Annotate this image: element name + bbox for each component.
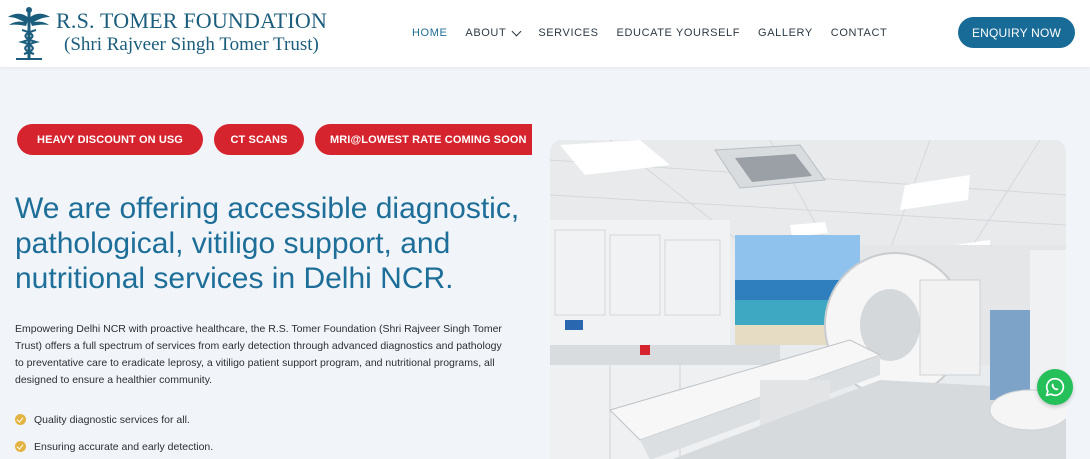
nav-educate-label: EDUCATE YOURSELF xyxy=(616,27,741,39)
nav-home-label: HOME xyxy=(412,27,448,39)
enquiry-now-button[interactable]: ENQUIRY NOW xyxy=(958,17,1075,48)
pill-ct-scans[interactable]: CT SCANS xyxy=(214,124,304,155)
nav-services[interactable]: SERVICES xyxy=(538,27,598,39)
nav-gallery[interactable]: GALLERY xyxy=(758,27,813,39)
nav-contact[interactable]: CONTACT xyxy=(831,27,888,39)
service-pills: HEAVY DISCOUNT ON USG CT SCANS MRI@LOWES… xyxy=(17,124,532,155)
nav-gallery-label: GALLERY xyxy=(758,27,813,39)
feature-text: Quality diagnostic services for all. xyxy=(34,413,190,426)
pill-usg-discount[interactable]: HEAVY DISCOUNT ON USG xyxy=(17,124,203,155)
pill-mri-coming-soon[interactable]: MRI@LOWEST RATE COMING SOON xyxy=(315,124,532,155)
nav-home[interactable]: HOME xyxy=(412,27,447,39)
feature-list: Quality diagnostic services for all. Ens… xyxy=(15,406,213,459)
hero-description: Empowering Delhi NCR with proactive heal… xyxy=(15,323,502,386)
nav-educate-yourself[interactable]: EDUCATE YOURSELF xyxy=(617,27,741,39)
nav-about-label: ABOUT xyxy=(465,27,507,39)
main-nav: HOME ABOUT SERVICES EDUCATE YOURSELF GAL… xyxy=(412,26,905,40)
feature-text: Ensuring accurate and early detection. xyxy=(34,440,214,453)
chevron-down-icon xyxy=(511,26,522,36)
site-header: R.S. TOMER FOUNDATION (Shri Rajveer Sing… xyxy=(0,0,1090,67)
check-circle-icon xyxy=(15,414,26,425)
caduceus-icon[interactable] xyxy=(6,4,52,62)
feature-item: Quality diagnostic services for all. xyxy=(15,406,213,433)
hero-headline: We are offering accessible diagnostic, p… xyxy=(15,192,520,295)
nav-about[interactable]: ABOUT xyxy=(465,26,522,39)
nav-contact-label: CONTACT xyxy=(830,27,888,39)
whatsapp-icon xyxy=(1045,377,1065,397)
whatsapp-button[interactable] xyxy=(1037,369,1073,405)
brand-title[interactable]: R.S. TOMER FOUNDATION xyxy=(56,8,327,34)
check-circle-icon xyxy=(15,441,26,452)
brand-subtitle: (Shri Rajveer Singh Tomer Trust) xyxy=(64,34,319,55)
ct-scanner-room-photo xyxy=(550,140,1066,459)
feature-item: Ensuring accurate and early detection. xyxy=(15,433,213,459)
nav-services-label: SERVICES xyxy=(538,27,599,39)
